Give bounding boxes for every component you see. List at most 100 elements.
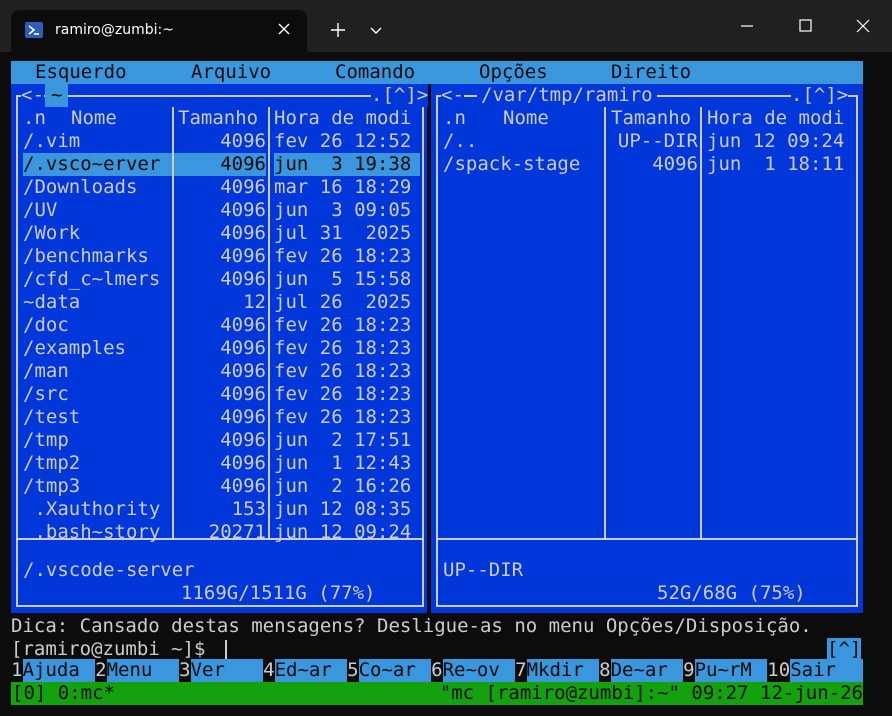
command-history-button[interactable]: [^] <box>827 638 862 661</box>
file-row[interactable]: /benchmarks 4096 fev 26 18:23 <box>11 245 427 268</box>
header-size[interactable]: Tamanho <box>178 107 258 130</box>
fkey-number: 1 <box>11 659 23 681</box>
file-row[interactable]: /UV 4096 jun 3 09:05 <box>11 199 427 222</box>
close-window-button[interactable] <box>840 10 886 42</box>
panel-path[interactable]: /var/tmp/ramiro <box>477 84 657 107</box>
maximize-button[interactable] <box>782 10 828 42</box>
terminal-tab[interactable]: ramiro@zumbi:~ <box>11 10 307 52</box>
file-row[interactable]: /cfd_c~lmers 4096 jun 5 15:58 <box>11 268 427 291</box>
file-row[interactable]: /.vsco~erver 4096 jun 3 19:38 <box>11 153 427 176</box>
file-size: 4096 <box>220 176 266 198</box>
fkey-coar-button[interactable]: Co~ar <box>358 659 431 682</box>
file-row[interactable]: .Xauthority 153 jun 12 08:35 <box>11 498 427 521</box>
tmux-status-bar: [0] 0:mc* "mc [ramiro@zumbi]:~" 09:27 12… <box>11 682 863 705</box>
file-row[interactable]: /Downloads 4096 mar 16 18:29 <box>11 176 427 199</box>
panel-path[interactable]: ~ <box>45 84 69 107</box>
menu-opcoes[interactable]: Opções <box>479 61 548 84</box>
panel-left-arrow[interactable]: <- <box>441 84 464 107</box>
menu-comando[interactable]: Comando <box>335 61 415 84</box>
file-row[interactable]: /tmp3 4096 jun 2 16:26 <box>11 475 427 498</box>
file-time: fev 26 18:23 <box>274 245 412 267</box>
fkey-reov-button[interactable]: Re~ov <box>442 659 515 682</box>
fkey-number: 7 <box>515 659 527 681</box>
tab-close-icon[interactable] <box>273 18 295 40</box>
fkey-dear-button[interactable]: De~ar <box>610 659 683 682</box>
fkey-purm-button[interactable]: Pu~rM <box>694 659 767 682</box>
tab-dropdown-button[interactable] <box>362 14 390 46</box>
panel-status: /.vscode-server <box>23 559 195 582</box>
file-size: 4096 <box>220 383 266 405</box>
file-time: mar 16 18:29 <box>274 176 412 198</box>
file-name: /man <box>23 360 69 382</box>
fkey-ver-button[interactable]: Ver <box>190 659 263 682</box>
file-row[interactable]: /man 4096 fev 26 18:23 <box>11 360 427 383</box>
fkey-edar-button[interactable]: Ed~ar <box>274 659 347 682</box>
header-name[interactable]: Nome <box>503 107 549 130</box>
minimize-button[interactable] <box>724 10 770 42</box>
file-size: 4096 <box>220 475 266 497</box>
menu-direito[interactable]: Direito <box>611 61 691 84</box>
sort-indicator[interactable]: .n <box>443 107 466 130</box>
file-name: /benchmarks <box>23 245 149 267</box>
tab-title: ramiro@zumbi:~ <box>55 22 174 38</box>
left-file-panel[interactable]: <- ~ .[^]> .n Nome Tamanho Hora de modi … <box>11 84 429 613</box>
file-name: /tmp <box>23 429 69 451</box>
file-time: jul 31 2025 <box>274 222 412 244</box>
file-name: /.vsco~erver <box>23 153 172 176</box>
file-row[interactable]: /.vim 4096 fev 26 12:52 <box>11 130 427 153</box>
file-size: 4096 <box>174 153 266 176</box>
powershell-icon <box>25 22 43 38</box>
header-name[interactable]: Nome <box>71 107 117 130</box>
file-time: jun 5 15:58 <box>274 268 412 290</box>
file-name: /spack-stage <box>443 153 581 175</box>
file-row[interactable]: /tmp2 4096 jun 1 12:43 <box>11 452 427 475</box>
file-size: 153 <box>231 498 266 520</box>
file-row[interactable]: /Work 4096 jul 31 2025 <box>11 222 427 245</box>
file-size: 4096 <box>220 406 266 428</box>
file-time: fev 26 18:23 <box>274 360 412 382</box>
file-name: ~data <box>23 291 81 313</box>
file-size: 4096 <box>652 153 698 175</box>
fkey-number: 9 <box>683 659 695 681</box>
panel-history-button[interactable]: .[^]> <box>791 84 849 107</box>
sort-indicator[interactable]: .n <box>23 107 46 130</box>
file-row[interactable]: /test 4096 fev 26 18:23 <box>11 406 427 429</box>
header-size[interactable]: Tamanho <box>611 107 691 130</box>
fkey-ajuda-button[interactable]: Ajuda <box>22 659 95 682</box>
file-size: 4096 <box>220 452 266 474</box>
terminal-content[interactable]: Esquerdo Arquivo Comando Opções Direito … <box>0 52 892 716</box>
minimize-icon <box>741 25 753 27</box>
fkey-number: 6 <box>431 659 443 681</box>
fkey-number: 2 <box>95 659 107 681</box>
panel-history-button[interactable]: .[^]> <box>371 84 429 107</box>
header-time[interactable]: Hora de modi <box>707 107 844 130</box>
new-tab-button[interactable] <box>322 14 354 46</box>
menu-arquivo[interactable]: Arquivo <box>191 61 271 84</box>
right-file-panel[interactable]: <- /var/tmp/ramiro .[^]> .n Nome Tamanho… <box>431 84 863 613</box>
file-row[interactable]: /examples 4096 fev 26 18:23 <box>11 337 427 360</box>
fkey-mkdir-button[interactable]: Mkdir <box>526 659 599 682</box>
file-row[interactable]: .bash~story 20271 jun 12 09:24 <box>11 521 427 544</box>
file-row[interactable]: /tmp 4096 jun 2 17:51 <box>11 429 427 452</box>
tmux-window-list[interactable]: [0] 0:mc* <box>12 682 115 705</box>
text-cursor <box>225 640 227 659</box>
header-time[interactable]: Hora de modi <box>274 107 411 130</box>
file-time: fev 26 18:23 <box>274 383 412 405</box>
file-row[interactable]: ~data 12 jul 26 2025 <box>11 291 427 314</box>
file-row[interactable]: /.. UP--DIR jun 12 09:24 <box>431 130 863 153</box>
fkey-menu-button[interactable]: Menu <box>106 659 179 682</box>
file-name: .Xauthority <box>23 498 161 520</box>
file-name: /test <box>23 406 81 428</box>
shell-prompt[interactable]: [ramiro@zumbi ~]$ <box>11 638 217 661</box>
file-name: .bash~story <box>23 521 161 543</box>
file-size: 4096 <box>220 337 266 359</box>
file-size: UP--DIR <box>617 130 698 152</box>
fkey-sair-button[interactable]: Sair <box>790 659 863 682</box>
menu-esquerdo[interactable]: Esquerdo <box>35 61 127 84</box>
panel-left-arrow[interactable]: <- <box>21 84 44 107</box>
file-row[interactable]: /spack-stage 4096 jun 1 18:11 <box>431 153 863 176</box>
file-row[interactable]: /doc 4096 fev 26 18:23 <box>11 314 427 337</box>
file-row[interactable]: /src 4096 fev 26 18:23 <box>11 383 427 406</box>
chevron-down-icon <box>370 27 382 34</box>
function-key-bar: 1 Ajuda 2 Menu 3 Ver 4 Ed~ar 5 Co~ar 6 Re~ov 7 Mkdir 8… <box>11 659 863 682</box>
